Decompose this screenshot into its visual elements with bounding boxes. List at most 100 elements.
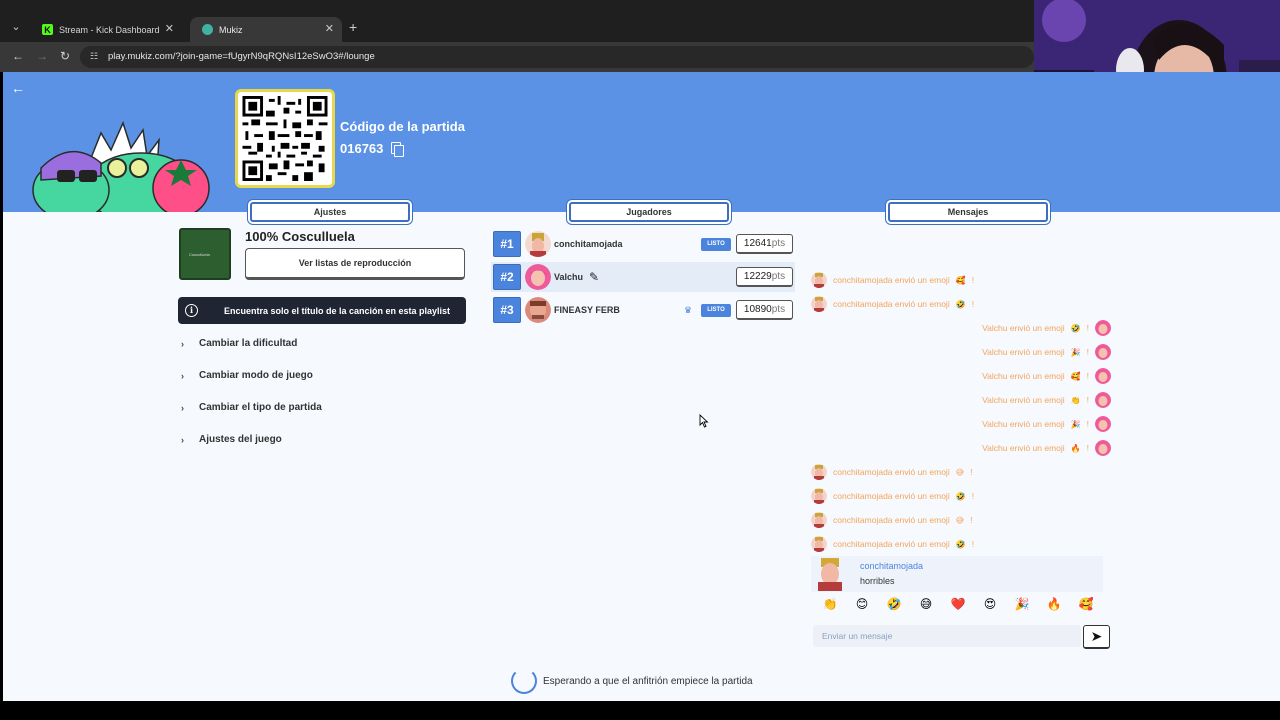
- chat-event-text: Valchu envió un emoji: [982, 443, 1065, 453]
- new-tab-plus-icon[interactable]: +: [349, 19, 357, 35]
- party-emoji-button[interactable]: 🎉: [1013, 597, 1031, 611]
- chat-emoji-event: conchitamojada envió un emoji 🤣!: [811, 296, 974, 312]
- chat-event-emoji: 😅: [955, 467, 965, 477]
- emoji-reaction-bar: 👏 😊 🤣 😅 ❤️ 😍 🎉 🔥 🥰: [821, 597, 1095, 611]
- chat-avatar: [811, 272, 827, 288]
- browser-tab-bar: ⌄ K Stream - Kick Dashboard ✕ Mukiz ✕ +: [0, 0, 1034, 42]
- chat-emoji-event: Valchu envió un emoji 🔥!: [982, 440, 1111, 456]
- option-change-game-type[interactable]: › Cambiar el tipo de partida: [181, 402, 322, 413]
- bottom-black-bar: [0, 701, 1280, 720]
- tab-messages[interactable]: Mensajes: [888, 202, 1048, 222]
- player-points: 10890pts: [736, 300, 793, 320]
- game-code-row: 016763: [340, 141, 405, 157]
- heart-eyes-emoji-button[interactable]: 😍: [981, 597, 999, 611]
- chat-event-text: conchitamojada envió un emoji: [833, 467, 950, 477]
- chat-avatar: [1095, 416, 1111, 432]
- chat-event-emoji: 🤣: [955, 299, 966, 309]
- player-name: conchitamojada: [554, 239, 623, 249]
- chat-event-text: conchitamojada envió un emoji: [833, 539, 950, 549]
- tab-players[interactable]: Jugadores: [569, 202, 729, 222]
- back-icon[interactable]: ←: [12, 49, 24, 63]
- chevron-right-icon: ›: [181, 434, 184, 445]
- loading-spinner-icon: [511, 668, 537, 694]
- waiting-text: Esperando a que el anfitrión empiece la …: [543, 675, 753, 687]
- chat-emoji-event: Valchu envió un emoji 🤣!: [982, 320, 1111, 336]
- player-avatar: [525, 231, 551, 257]
- option-game-settings[interactable]: › Ajustes del juego: [181, 434, 282, 445]
- chat-emoji-event: conchitamojada envió un emoji 😅!: [811, 512, 972, 528]
- tab-search-chevron-icon[interactable]: ⌄: [8, 19, 24, 35]
- hearts-face-emoji-button[interactable]: 🥰: [1077, 597, 1095, 611]
- chat-avatar: [811, 488, 827, 504]
- forward-icon[interactable]: →: [36, 49, 48, 63]
- send-icon: ➤: [1090, 628, 1103, 644]
- message-username: conchitamojada: [860, 561, 924, 571]
- close-icon[interactable]: ✕: [325, 22, 334, 35]
- url-text: play.mukiz.com/?join-game=fUgyrN9qRQNsI1…: [108, 51, 375, 62]
- option-change-game-mode[interactable]: › Cambiar modo de juego: [181, 370, 313, 381]
- player-rank: #2: [493, 264, 521, 290]
- option-label: Ajustes del juego: [199, 434, 282, 445]
- chat-avatar: [1095, 440, 1111, 456]
- chat-event-suffix: !: [1086, 371, 1089, 381]
- chat-avatar: [1095, 320, 1111, 336]
- chat-emoji-event: Valchu envió un emoji 🎉!: [982, 416, 1111, 432]
- back-arrow-icon[interactable]: ←: [11, 80, 25, 96]
- mukiz-lounge-page: ← Código de la partida 016763 Ajustes Ju…: [3, 72, 1280, 701]
- smile-emoji-button[interactable]: 😊: [853, 597, 871, 611]
- player-row: #3 FINEASY FERB ♛ LISTO 10890pts: [491, 295, 795, 325]
- chat-event-text: conchitamojada envió un emoji: [833, 275, 950, 285]
- mascot-illustration: [32, 120, 210, 212]
- option-change-difficulty[interactable]: › Cambiar la dificultad: [181, 338, 297, 349]
- chat-emoji-event: conchitamojada envió un emoji 🤣!: [811, 488, 974, 504]
- playlist-title: 100% Cosculluela: [245, 229, 355, 244]
- mukiz-icon: [202, 24, 213, 35]
- chat-event-suffix: !: [1086, 323, 1089, 333]
- option-label: Cambiar modo de juego: [199, 370, 313, 381]
- qr-code: [235, 89, 335, 188]
- player-rank: #1: [493, 231, 521, 257]
- site-info-icon[interactable]: ☷: [90, 51, 100, 61]
- chat-emoji-event: conchitamojada envió un emoji 😅!: [811, 464, 972, 480]
- chat-event-text: Valchu envió un emoji: [982, 323, 1065, 333]
- tab-mukiz[interactable]: Mukiz ✕: [190, 17, 342, 42]
- message-avatar: [815, 557, 845, 591]
- host-crown-icon: ♛: [684, 304, 693, 315]
- chat-event-suffix: !: [1086, 395, 1089, 405]
- points-value: 12641: [743, 238, 772, 249]
- browser-nav-bar: ← → ↻ ☷ play.mukiz.com/?join-game=fUgyrN…: [0, 42, 1034, 72]
- kick-icon: K: [42, 24, 53, 35]
- send-button[interactable]: ➤: [1083, 625, 1110, 649]
- chat-event-emoji: 🥰: [955, 275, 966, 285]
- copy-icon[interactable]: [391, 142, 405, 157]
- chat-event-emoji: 🔥: [1070, 443, 1081, 453]
- heart-emoji-button[interactable]: ❤️: [949, 597, 967, 611]
- game-code-title: Código de la partida: [340, 119, 465, 134]
- address-bar[interactable]: ☷ play.mukiz.com/?join-game=fUgyrN9qRQNs…: [80, 46, 1034, 68]
- tab-settings[interactable]: Ajustes: [250, 202, 410, 222]
- chat-event-text: conchitamojada envió un emoji: [833, 299, 950, 309]
- view-playlists-button[interactable]: Ver listas de reproducción: [245, 248, 465, 280]
- tab-kick-dashboard[interactable]: K Stream - Kick Dashboard ✕: [30, 17, 182, 42]
- close-icon[interactable]: ✕: [165, 22, 174, 35]
- chat-event-emoji: 😅: [955, 515, 965, 525]
- clap-emoji-button[interactable]: 👏: [821, 597, 839, 611]
- edit-pencil-icon[interactable]: ✎: [589, 270, 599, 284]
- chat-event-suffix: !: [1086, 347, 1089, 357]
- info-text: Encuentra solo el título de la canción e…: [224, 306, 451, 316]
- sweat-smile-emoji-button[interactable]: 😅: [917, 597, 935, 611]
- waiting-status: Esperando a que el anfitrión empiece la …: [511, 668, 753, 694]
- chat-event-suffix: !: [1086, 443, 1089, 453]
- option-label: Cambiar la dificultad: [199, 338, 298, 349]
- mouse-cursor-icon: [699, 414, 709, 428]
- chat-event-emoji: 👏: [1070, 395, 1081, 405]
- chat-avatar: [811, 536, 827, 552]
- fire-emoji-button[interactable]: 🔥: [1045, 597, 1063, 611]
- chat-input[interactable]: Enviar un mensaje: [813, 625, 1081, 647]
- chat-emoji-event: conchitamojada envió un emoji 🤣!: [811, 536, 974, 552]
- chat-event-emoji: 🎉: [1070, 419, 1081, 429]
- reload-icon[interactable]: ↻: [60, 49, 70, 63]
- chat-event-suffix: !: [970, 467, 973, 477]
- tab-title: Mukiz: [219, 24, 243, 35]
- rofl-emoji-button[interactable]: 🤣: [885, 597, 903, 611]
